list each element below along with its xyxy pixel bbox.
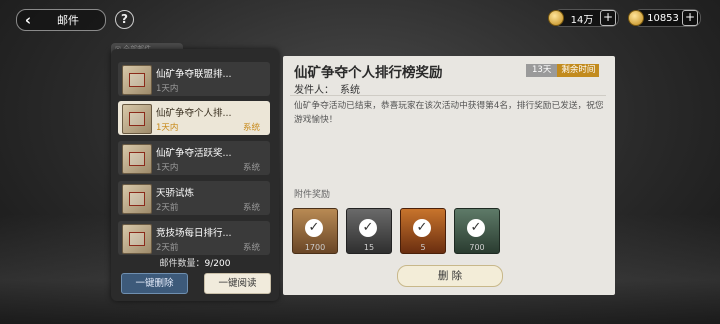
- mail-item-date: 2天前: [156, 243, 179, 253]
- mail-count-label: 邮件数量：: [159, 259, 205, 269]
- reward-count: 15: [363, 243, 375, 252]
- add-coin-button[interactable]: +: [600, 10, 616, 26]
- mail-title: 仙矿争夺个人排行榜奖励: [294, 65, 443, 81]
- reward-item[interactable]: ✓ 700: [454, 208, 500, 254]
- mail-item[interactable]: 仙矿争夺联盟排... 1天内: [118, 62, 270, 96]
- expire-label: 剩余时间: [557, 64, 600, 77]
- mail-envelope-icon: [122, 104, 152, 134]
- mail-item-sender: 系统: [242, 163, 260, 173]
- reward-count: 1700: [304, 243, 326, 252]
- mail-item-selected[interactable]: 仙矿争夺个人排... 1天内 系统: [118, 101, 270, 135]
- mail-item-date: 1天内: [156, 123, 179, 133]
- mail-count: 邮件数量：9/200: [111, 256, 279, 269]
- delete-mail-button[interactable]: 删 除: [397, 265, 503, 287]
- check-icon: ✓: [359, 219, 377, 237]
- mail-item-date: 1天内: [156, 84, 179, 94]
- mail-item-sender: 系统: [242, 203, 260, 213]
- mail-envelope-icon: [122, 224, 152, 254]
- mail-item[interactable]: 天骄试炼 2天前 系统: [118, 181, 270, 215]
- coin-icon: [548, 10, 564, 26]
- expire-badge: 13天 剩余时间: [526, 64, 600, 77]
- gem-icon: [628, 10, 644, 26]
- mail-item-title: 天骄试炼: [156, 188, 195, 199]
- mail-item-title: 竞技场每日排行...: [156, 228, 232, 239]
- help-button[interactable]: ?: [115, 10, 134, 29]
- reward-item[interactable]: ✓ 15: [346, 208, 392, 254]
- coin-resource: 14万 +: [548, 9, 619, 27]
- page-title: 邮件: [57, 14, 79, 27]
- back-chevron-icon: ‹: [24, 11, 32, 29]
- mail-item-sender: 系统: [242, 123, 260, 133]
- reward-item[interactable]: ✓ 1700: [292, 208, 338, 254]
- read-all-button[interactable]: 一键阅读: [204, 273, 271, 294]
- check-icon: ✓: [467, 219, 485, 237]
- coin-value: 14万: [570, 14, 594, 26]
- gem-resource: 10853 +: [628, 9, 701, 27]
- mail-body: 仙矿争夺活动已结束，恭喜玩家在该次活动中获得第4名，排行奖励已发送，祝您游戏愉快…: [294, 101, 604, 125]
- reward-count: 5: [420, 243, 426, 252]
- mail-item-date: 2天前: [156, 203, 179, 213]
- mail-item-date: 1天内: [156, 163, 179, 173]
- divider: [290, 95, 606, 96]
- check-icon: ✓: [413, 219, 431, 237]
- mail-item-title: 仙矿争夺个人排...: [156, 108, 232, 119]
- expire-days: 13天: [526, 64, 558, 77]
- mail-envelope-icon: [122, 65, 152, 95]
- delete-all-button[interactable]: 一键删除: [121, 273, 188, 294]
- check-icon: ✓: [305, 219, 323, 237]
- gem-value: 10853: [647, 12, 679, 24]
- mail-item[interactable]: 仙矿争夺活跃奖... 1天内 系统: [118, 141, 270, 175]
- reward-item[interactable]: ✓ 5: [400, 208, 446, 254]
- sender-line: 发件人： 系统: [294, 81, 360, 96]
- back-button[interactable]: ‹ 邮件: [16, 9, 106, 31]
- add-gem-button[interactable]: +: [682, 10, 698, 26]
- mail-item-sender: 系统: [242, 243, 260, 253]
- mail-envelope-icon: [122, 184, 152, 214]
- mail-item-title: 仙矿争夺活跃奖...: [156, 148, 232, 159]
- mail-item-title: 仙矿争夺联盟排...: [156, 69, 232, 80]
- mail-count-value: 9/200: [204, 259, 231, 269]
- reward-count: 700: [469, 243, 485, 252]
- attachments-label: 附件奖励: [294, 190, 331, 200]
- mail-envelope-icon: [122, 144, 152, 174]
- mail-item[interactable]: 竞技场每日排行... 2天前 系统: [118, 221, 270, 255]
